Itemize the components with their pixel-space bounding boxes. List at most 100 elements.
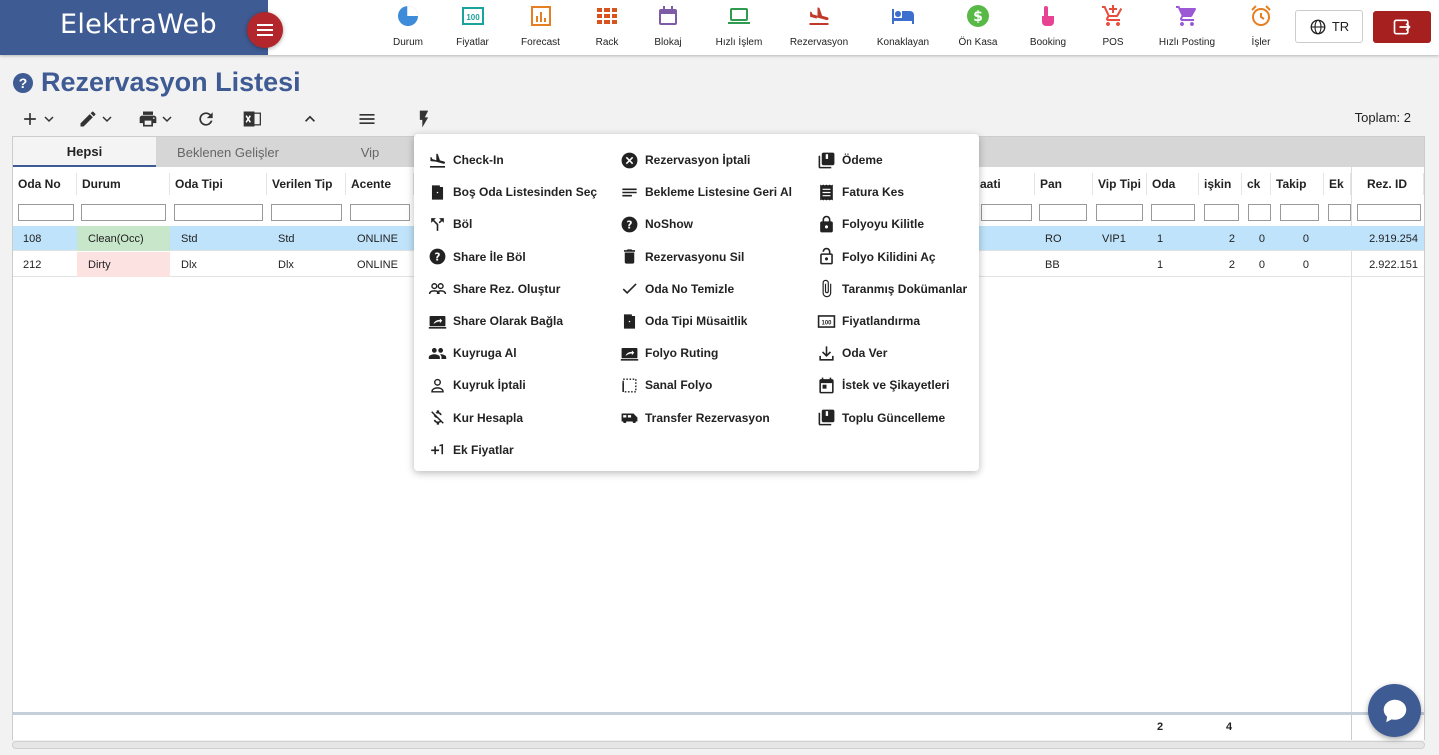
nav-hizli-islem[interactable]: Hızlı İşlem (699, 0, 779, 55)
brand-logo[interactable]: ElektraWeb (0, 0, 268, 55)
nav-on-kasa[interactable]: $ Ön Kasa (947, 0, 1009, 55)
menu-share-olarak-bagla[interactable]: Share Olarak Bağla (428, 305, 623, 337)
menu-noshow[interactable]: ? NoShow (620, 208, 815, 240)
nav-rezervasyon[interactable]: Rezervasyon (779, 0, 859, 55)
filter-vip-tipi[interactable] (1096, 204, 1143, 221)
help-icon[interactable]: ? (13, 72, 33, 93)
language-button[interactable]: TR (1295, 10, 1363, 43)
excel-export-button[interactable] (242, 106, 300, 132)
menu-folyo-ruting[interactable]: Folyo Ruting (620, 337, 815, 369)
tab-hepsi[interactable]: Hepsi (13, 137, 156, 167)
menu-bol[interactable]: Böl (428, 208, 623, 240)
filter-verilen-tip[interactable] (271, 204, 342, 221)
menu-fiyatlandirma[interactable]: 100 Fiyatlandırma (817, 305, 977, 337)
print-button[interactable] (138, 106, 196, 132)
col-ek[interactable]: Ek (1324, 173, 1351, 195)
col-takip[interactable]: Takip (1271, 173, 1324, 195)
col-verilen-tip[interactable]: Verilen Tip (267, 173, 346, 195)
menu-bekleme-listesi[interactable]: Bekleme Listesine Geri Al (620, 176, 815, 208)
col-oda-no[interactable]: Oda No (13, 173, 77, 195)
hamburger-menu-button[interactable] (247, 12, 283, 48)
actions-button[interactable] (414, 106, 444, 132)
nav-isler[interactable]: İşler (1235, 0, 1287, 55)
nav-hizli-posting[interactable]: Hızlı Posting (1139, 0, 1235, 55)
menu-toplu-guncelleme[interactable]: Toplu Güncelleme (817, 402, 977, 434)
col-oda-tipi[interactable]: Oda Tipi (170, 173, 267, 195)
collapse-button[interactable] (300, 106, 357, 132)
filter-ek[interactable] (1328, 204, 1351, 221)
col-oda[interactable]: Oda (1147, 173, 1199, 195)
filter-cocuk[interactable] (1248, 204, 1271, 221)
menu-istek-sikayet[interactable]: İstek ve Şikayetleri (817, 369, 977, 401)
filter-acente[interactable] (350, 204, 410, 221)
menu-kuyruga-al[interactable]: Kuyruga Al (428, 337, 623, 369)
col-acente[interactable]: Acente (346, 173, 414, 195)
menu-transfer-rezervasyon[interactable]: Transfer Rezervasyon (620, 402, 815, 434)
menu-bos-oda[interactable]: Boş Oda Listesinden Seç (428, 176, 623, 208)
filter-durum[interactable] (81, 204, 166, 221)
cell-takip: 0 (1302, 232, 1309, 245)
nav-konaklayan[interactable]: Konaklayan (859, 0, 947, 55)
nav-blokaj[interactable]: Blokaj (637, 0, 699, 55)
grid-icon (597, 8, 617, 24)
menu-folyo-kilidini-ac[interactable]: Folyo Kilidini Aç (817, 241, 977, 273)
nav-forecast[interactable]: Forecast (504, 0, 577, 55)
filter-pan[interactable] (1039, 204, 1087, 221)
add-button[interactable] (20, 106, 78, 132)
filter-oda-tipi[interactable] (174, 204, 263, 221)
filter-rez-id[interactable] (1357, 204, 1421, 221)
menu-rezervasyon-iptali[interactable]: Rezervasyon İptali (620, 144, 815, 176)
menu-taranmis-dokumanlar[interactable]: Taranmış Dokümanlar (817, 273, 977, 305)
list-menu-button[interactable] (357, 106, 414, 132)
nav-rack[interactable]: Rack (577, 0, 637, 55)
menu-rezervasyonu-sil[interactable]: Rezervasyonu Sil (620, 241, 815, 273)
nav-booking[interactable]: Booking (1009, 0, 1087, 55)
horizontal-scrollbar[interactable] (12, 741, 1425, 749)
menu-ek-fiyatlar[interactable]: Ek Fiyatlar (428, 434, 623, 466)
alarm-icon (1251, 5, 1271, 26)
door-icon (623, 313, 636, 329)
nav-durum[interactable]: Durum (375, 0, 441, 55)
menu-fatura-kes[interactable]: Fatura Kes (817, 176, 977, 208)
col-yetiskin[interactable]: işkin (1199, 173, 1242, 195)
col-saati[interactable]: aati (975, 173, 1035, 195)
menu-folyoyu-kilitle[interactable]: Folyoyu Kilitle (817, 208, 977, 240)
menu-share-ile-bol[interactable]: ? Share İle Böl (428, 241, 623, 273)
filter-oda[interactable] (1151, 204, 1195, 221)
cell-verilen-tip: Std (278, 232, 295, 245)
menu-oda-tipi-musaitlik[interactable]: Oda Tipi Müsaitlik (620, 305, 815, 337)
chat-button[interactable] (1368, 684, 1421, 737)
menu-oda-no-temizle[interactable]: Oda No Temizle (620, 273, 815, 305)
nav-pos[interactable]: POS (1087, 0, 1139, 55)
menu-kur-hesapla[interactable]: Kur Hesapla (428, 402, 623, 434)
menu-odeme[interactable]: Ödeme (817, 144, 977, 176)
menu-check-in[interactable]: Check-In (428, 144, 623, 176)
filter-takip[interactable] (1280, 204, 1319, 221)
tab-beklenen-gelisler[interactable]: Beklenen Gelişler (156, 137, 300, 167)
menu-sanal-folyo[interactable]: Sanal Folyo (620, 369, 815, 401)
col-cocuk[interactable]: ck (1242, 173, 1271, 195)
filter-saati[interactable] (981, 204, 1032, 221)
page-title-wrap: ? Rezervasyon Listesi (13, 67, 301, 98)
col-rez-id[interactable]: Rez. ID (1351, 173, 1424, 195)
col-vip-tipi[interactable]: Vip Tipi (1093, 173, 1147, 195)
menu-kuyruk-iptali[interactable]: Kuyruk İptali (428, 369, 623, 401)
edit-button[interactable] (78, 106, 138, 132)
language-label: TR (1331, 19, 1350, 34)
cell-durum: Clean(Occ) (77, 226, 170, 251)
footer-oda-total: 2 (1157, 721, 1164, 733)
bus-icon (621, 413, 638, 424)
chevron-down-icon (162, 116, 172, 123)
filter-oda-no[interactable] (18, 204, 74, 221)
logout-button[interactable] (1373, 11, 1431, 43)
col-pan[interactable]: Pan (1035, 173, 1093, 195)
menu-share-rez-olustur[interactable]: Share Rez. Oluştur (428, 273, 623, 305)
refresh-icon (199, 112, 213, 126)
plane-landing-icon (809, 7, 829, 25)
filter-yetiskin[interactable] (1204, 204, 1239, 221)
menu-oda-ver[interactable]: Oda Ver (817, 337, 977, 369)
col-durum[interactable]: Durum (77, 173, 170, 195)
refresh-button[interactable] (196, 106, 242, 132)
nav-fiyatlar[interactable]: 100 Fiyatlar (441, 0, 504, 55)
cell-oda: 1 (1157, 258, 1164, 271)
